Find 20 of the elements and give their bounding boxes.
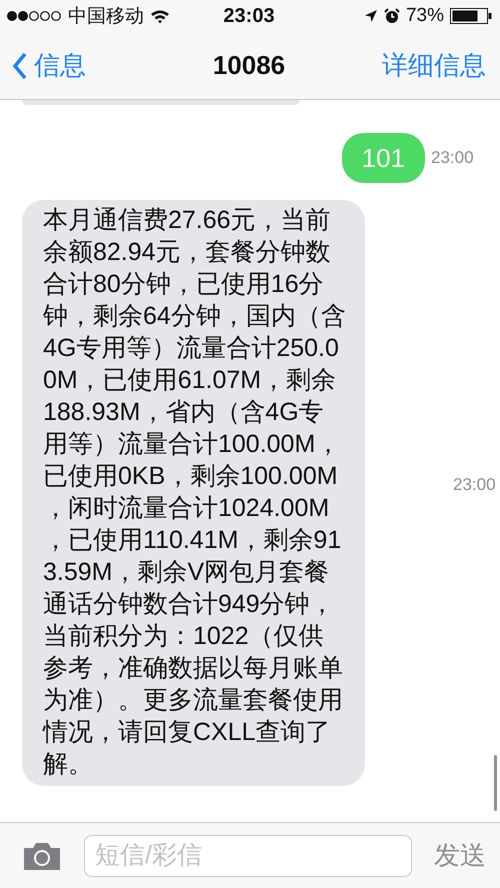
- back-button[interactable]: 信息: [12, 48, 86, 83]
- message-bubble: 101: [342, 133, 425, 183]
- clock-time: 23:03: [223, 4, 275, 28]
- message-bubble: 本月通信费27.66元，当前余额82.94元，套餐分钟数合计80分钟，已使用16分钟，剩余64分钟，国内（含4G专用等）流量合计250.00M，已使用61.07M，剩余188.93M，省内（含4G专用等）流量合计100.00M，已使用0KB，剩余100.00M，闲时流量合计1024.00M，已使用110.41M，剩余913.59M，剩余V网包月套餐通话分钟数合计949分钟，当前积分为：1022（仅供参考，准确数据以每月账单为准）。更多流量套餐使用情况，请回复CXLL查询了解。: [22, 200, 365, 786]
- send-button[interactable]: 发送: [434, 838, 486, 873]
- message-time: 23:00: [453, 474, 496, 494]
- details-link[interactable]: 详细信息: [382, 48, 486, 83]
- scroll-bar: [494, 755, 497, 811]
- location-icon: [364, 9, 378, 23]
- back-chevron-icon: [12, 52, 28, 80]
- conversation-title: 10086: [212, 50, 286, 81]
- camera-icon[interactable]: [22, 840, 62, 870]
- signal-icon: [6, 10, 62, 22]
- message-field[interactable]: 短信/彩信: [84, 834, 412, 876]
- wifi-icon: [150, 8, 170, 24]
- battery-percent: 73%: [406, 5, 444, 27]
- carrier-name: 中国移动: [68, 5, 144, 29]
- message-time: 23:00: [431, 148, 474, 168]
- alarm-clock-icon: [384, 8, 400, 24]
- battery-icon: [450, 8, 492, 24]
